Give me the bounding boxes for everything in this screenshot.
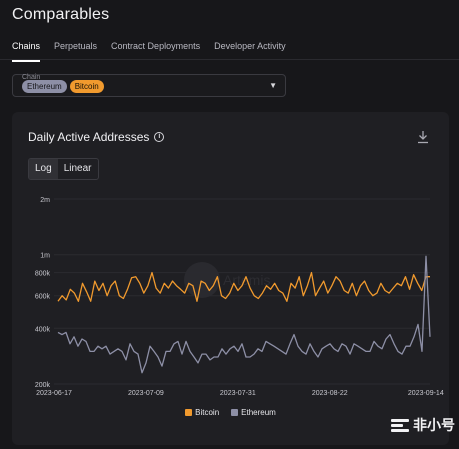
x-tick-label: 2023-09-14 xyxy=(408,390,444,397)
legend-label-ethereum: Ethereum xyxy=(241,408,276,417)
chart-title: Daily Active Addresses xyxy=(28,130,150,144)
y-tick-label: 1m xyxy=(40,253,50,260)
legend-item-ethereum[interactable]: Ethereum xyxy=(231,408,276,417)
legend-swatch-ethereum xyxy=(231,409,239,416)
y-tick-label: 200k xyxy=(35,382,51,389)
x-tick-label: 2023-08-22 xyxy=(312,390,348,397)
line-chart: Artemis 2m 1m 800k 600k 400k 200k 2023-06-17 2… xyxy=(35,197,444,397)
chip-ethereum[interactable]: Ethereum xyxy=(22,80,67,93)
scale-toggle: Log Linear xyxy=(28,158,99,180)
x-tick-label: 2023-06-17 xyxy=(36,390,72,397)
legend-label-bitcoin: Bitcoin xyxy=(195,408,220,417)
chart-legend: Bitcoin Ethereum xyxy=(12,408,449,417)
scale-linear-button[interactable]: Linear xyxy=(58,159,98,179)
y-tick-label: 600k xyxy=(35,294,51,301)
chevron-down-icon[interactable]: ▼ xyxy=(269,81,277,90)
brand-text: 非小号 xyxy=(413,417,455,433)
tabs-divider xyxy=(0,59,459,60)
watermark-logo-icon xyxy=(184,262,220,298)
chain-chips: Ethereum Bitcoin xyxy=(22,80,104,93)
y-tick-label: 400k xyxy=(35,326,51,333)
brand-logo-icon xyxy=(391,418,409,432)
chain-select[interactable]: Chain Ethereum Bitcoin ▼ xyxy=(12,74,286,97)
x-tick-label: 2023-07-09 xyxy=(128,390,164,397)
chart-title-row: Daily Active Addresses i xyxy=(28,130,165,144)
site-watermark: 非小号 xyxy=(391,415,455,435)
legend-item-bitcoin[interactable]: Bitcoin xyxy=(185,408,219,417)
download-icon[interactable] xyxy=(417,130,429,144)
y-tick-label: 2m xyxy=(40,197,50,204)
legend-swatch-bitcoin xyxy=(185,409,193,416)
chart-panel: Daily Active Addresses i Log Linear Arte… xyxy=(12,112,449,445)
x-tick-label: 2023-07-31 xyxy=(220,390,256,397)
chip-bitcoin[interactable]: Bitcoin xyxy=(69,80,104,93)
page-title: Comparables xyxy=(12,6,110,23)
info-icon[interactable]: i xyxy=(154,132,165,142)
watermark: Artemis xyxy=(184,262,270,298)
y-tick-label: 800k xyxy=(35,271,51,278)
scale-log-button[interactable]: Log xyxy=(29,159,58,179)
